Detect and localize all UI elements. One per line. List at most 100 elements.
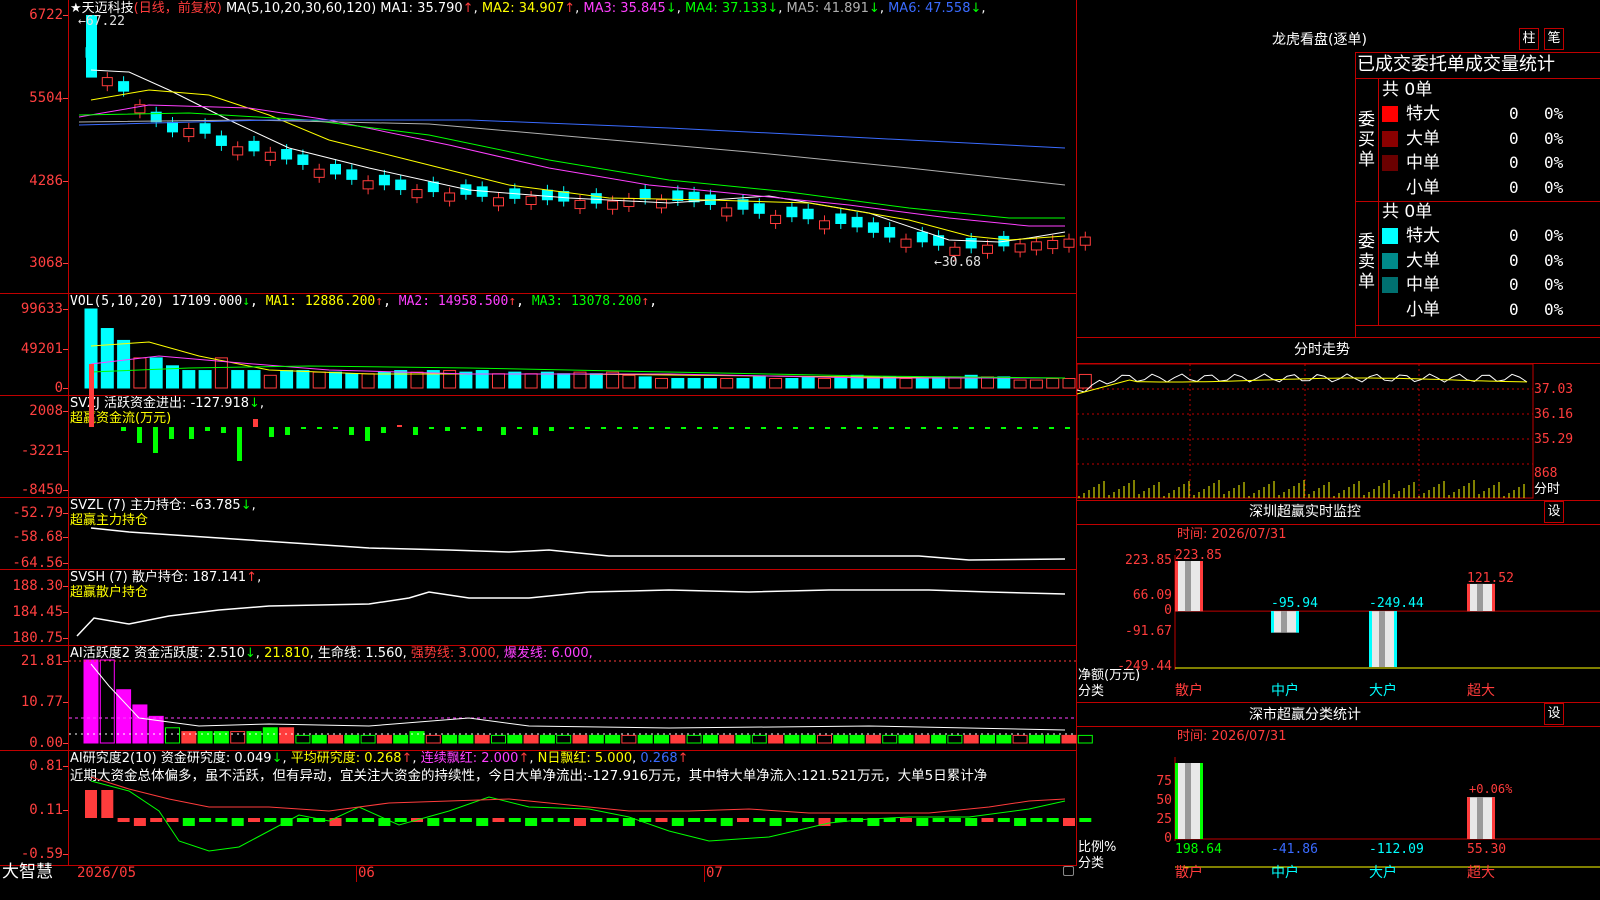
szs-settings-button[interactable]: 设 [1544,703,1564,725]
ai-active-bar [458,734,474,744]
ai-active-bar [719,734,735,744]
szs-bar-label-0: 198.64 [1175,842,1222,857]
svzj-bar [429,427,434,429]
buy-side-label: 委买单 [1358,110,1375,170]
svsh-y-tick-1: 184.45 [12,604,63,620]
ai-research-bar [296,818,309,822]
ai-research-bar [1046,818,1059,822]
intraday-chart[interactable] [1076,363,1600,500]
szm-cat-1: 中户 [1271,682,1299,699]
ai-research-bar [802,818,815,822]
svzj-bar [665,427,670,429]
svzj-bar [477,427,482,431]
svzj-bar [857,427,862,429]
szm-bar-chart[interactable]: 223.85 散户 -95.94 中户 -249.44 大户 121.52 超大 [1077,525,1600,703]
svzj-chart[interactable] [69,364,1076,497]
svzj-y-tick-mark-2 [63,490,68,491]
ai-active-bar [605,734,621,744]
szm-bar-label-3: 121.52 [1467,571,1514,586]
candle-body [639,189,651,200]
volume-bar [247,370,261,389]
candle-body [607,200,619,210]
svzj-bar [969,427,974,429]
sell-row-count-3: 0 [1509,299,1519,319]
svzj-bar [841,427,846,429]
ai-y-tick-2: 0.00 [29,735,63,751]
szm-bar-shade [1185,561,1191,612]
main-y-tick-mark-1 [63,98,68,99]
volume-bar [997,376,1011,389]
svzj-bar [365,427,370,441]
ai-research-bar [769,818,782,826]
szs-pct-label: +0.06% [1469,782,1513,796]
ai-active-bar [817,734,832,744]
szs-bar-chart[interactable]: 198.64 散户 -41.86 中户 -112.09 大户 55.30 超大 +0.06% [1077,727,1600,900]
volume-bar [524,373,538,389]
ai-research-bar [704,818,717,822]
szs-bar-shade [1477,797,1483,839]
svzj-bar [681,427,686,429]
tick-mode-button[interactable]: 笔 [1544,28,1564,50]
szm-bar-label-2: -249.44 [1369,596,1424,611]
ai-y-tick-mark-1 [63,702,68,703]
svzj-y-tick-0: 2008 [29,403,63,419]
bar-mode-button[interactable]: 柱 [1519,28,1539,50]
candle-body [1047,239,1059,250]
sell-swatch-1 [1382,252,1398,269]
ai-research-bar [737,818,749,822]
volume-bar [557,373,571,389]
svzj-y-tick-1: -3221 [20,443,63,459]
volume-chart[interactable] [69,294,1092,395]
candlestick-chart[interactable] [69,0,1091,293]
buy-row-count-1: 0 [1509,128,1519,148]
svzl-chart[interactable] [69,498,1076,569]
sell-row-pct-3: 0% [1544,299,1564,319]
candle-body [835,213,847,224]
svzj-bar [349,427,354,435]
intraday-vol: 868 [1534,466,1558,481]
sep-bottom-axis [0,865,1077,866]
szm-cat-3: 超大 [1467,683,1495,699]
ai-research-bar [150,818,163,822]
svzj-bar [809,427,814,429]
svzj-bar [461,427,466,429]
sell-swatch-2 [1382,277,1398,293]
candle-body [688,191,700,203]
szs-top-line [1077,702,1600,703]
ai-active-bar [735,734,751,744]
svzj-bar [221,427,226,433]
buy-row-name-2: 中单 [1406,153,1440,173]
sell-row-pct-1: 0% [1544,250,1564,270]
svsh-chart[interactable] [69,570,1076,645]
svzj-bar [501,427,506,435]
svsh-y-tick-mark-1 [63,612,68,613]
szm-settings-button[interactable]: 设 [1544,501,1564,523]
ai-active-bar [556,734,572,744]
dt-header: 已成交委托单成交量统计 [1357,54,1555,75]
ai-active-chart[interactable] [69,646,1093,750]
candle-body [884,227,896,238]
szm-bar-shade [1477,583,1483,612]
sell-row-name-2: 中单 [1406,275,1440,295]
ai-research-chart[interactable] [69,751,1092,865]
svzl-y-tick-mark-2 [63,563,68,564]
svzl-y-tick-0: -52.79 [12,505,63,521]
candle-body [313,168,325,178]
ai-active-bar [132,704,148,744]
lock-icon[interactable] [1063,866,1074,876]
ai-active-bar [914,734,930,744]
candle-body [183,127,195,138]
ai-research-bar [166,818,179,822]
candle-body [982,244,993,254]
ai-research-bar [557,818,570,822]
ai-active-bar [262,727,278,744]
volume-bar [720,377,734,389]
candle-body [248,140,260,152]
ma-line-5 [78,119,1066,186]
ai-active-bar [295,734,311,744]
volume-bar [736,377,750,389]
sell-row-name-1: 大单 [1406,250,1440,271]
candle-body [330,163,341,175]
ai-research-bar [606,818,619,822]
buy-row-count-0: 0 [1509,104,1519,123]
